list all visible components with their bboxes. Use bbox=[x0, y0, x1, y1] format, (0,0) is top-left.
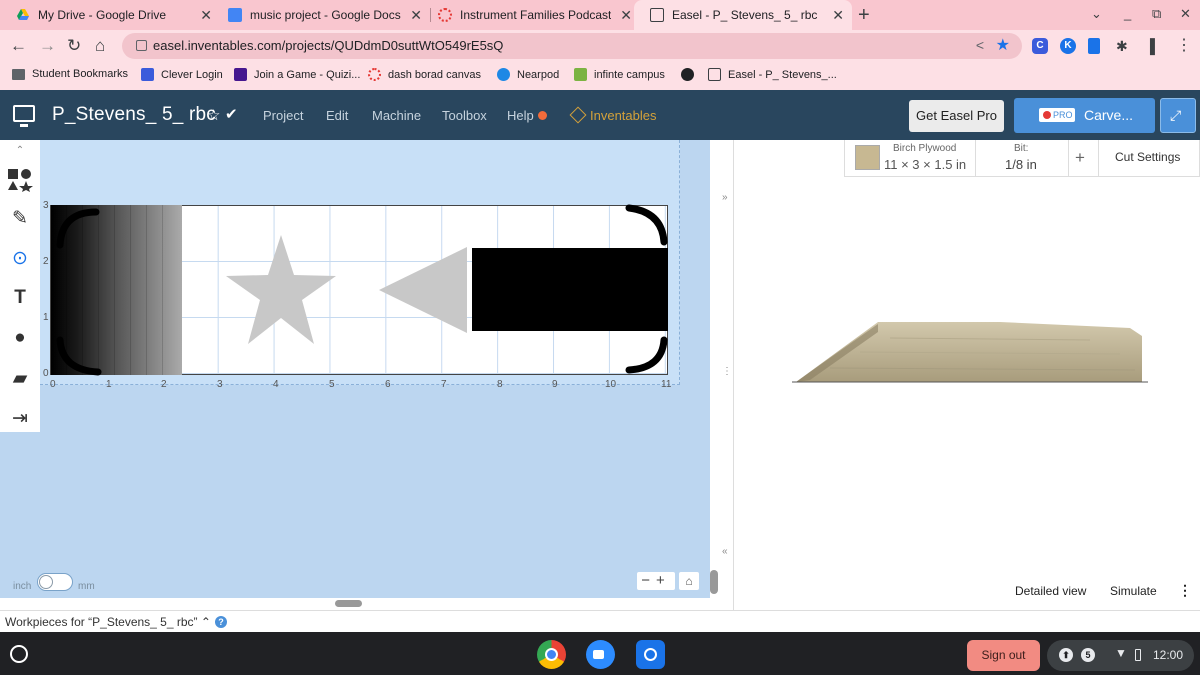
left-top-bracket[interactable] bbox=[56, 208, 100, 249]
x-tick: 5 bbox=[329, 379, 335, 390]
alert-dot-icon bbox=[1043, 111, 1051, 119]
battery-icon bbox=[1135, 649, 1141, 661]
x-tick: 6 bbox=[385, 379, 391, 390]
pro-badge: PRO bbox=[1039, 108, 1075, 122]
sign-out-button[interactable]: Sign out bbox=[967, 640, 1040, 671]
x-tick: 3 bbox=[217, 379, 223, 390]
x-tick: 11 bbox=[661, 379, 672, 390]
star-shape[interactable] bbox=[226, 235, 336, 344]
y-tick: 0 bbox=[43, 368, 49, 379]
minimize-icon[interactable]: _ bbox=[1124, 6, 1131, 21]
panel-divider[interactable]: » ⋮ « bbox=[718, 140, 734, 610]
bookmark-star-icon[interactable]: ★ bbox=[996, 35, 1010, 55]
carve-button[interactable]: PRO Carve... bbox=[1014, 98, 1155, 133]
extensions-puzzle-icon[interactable]: ✱ bbox=[1116, 36, 1128, 56]
zoom-controls[interactable]: −+ bbox=[637, 572, 675, 590]
carve-label: Carve... bbox=[1084, 107, 1134, 123]
vertical-scrollbar[interactable] bbox=[710, 570, 718, 594]
x-tick: 10 bbox=[605, 379, 617, 390]
x-tick: 8 bbox=[497, 379, 503, 390]
camera-lens bbox=[644, 648, 657, 661]
simulate-button[interactable]: Simulate bbox=[1110, 584, 1157, 598]
get-easel-pro-button[interactable]: Get Easel Pro bbox=[909, 100, 1004, 132]
material-name[interactable]: Birch Plywood bbox=[893, 143, 956, 154]
close-tab-icon[interactable]: ✕ bbox=[832, 7, 844, 23]
chrome-menu-icon[interactable]: ⋮ bbox=[1176, 36, 1192, 56]
notification-count: 5 bbox=[1081, 648, 1095, 662]
divider bbox=[975, 140, 976, 177]
right-top-bracket[interactable] bbox=[625, 204, 668, 246]
x-tick: 2 bbox=[161, 379, 167, 390]
bookmark-label: Easel - P_ Stevens_... bbox=[728, 68, 837, 81]
expand-left-icon[interactable]: « bbox=[722, 546, 728, 557]
unit-mm-label: mm bbox=[78, 581, 95, 592]
more-options-icon[interactable]: ⋮ bbox=[1178, 582, 1192, 599]
detailed-view-button[interactable]: Detailed view bbox=[1015, 584, 1086, 598]
wifi-icon: ▼ bbox=[1115, 646, 1127, 660]
bit-label: Bit: bbox=[1014, 143, 1029, 154]
share-icon[interactable]: < bbox=[976, 37, 984, 53]
workpieces-label: Workpieces for “P_Stevens_ 5_ rbc” ⌃ bbox=[5, 615, 211, 629]
chrome-center bbox=[545, 648, 558, 661]
help-question-icon[interactable]: ? bbox=[215, 616, 227, 628]
expand-right-icon[interactable]: » bbox=[722, 192, 728, 203]
material-size[interactable]: 11 × 3 × 1.5 in bbox=[884, 157, 966, 172]
extension-k-icon[interactable]: K bbox=[1060, 38, 1076, 54]
black-rectangle[interactable] bbox=[472, 248, 668, 331]
design-shapes bbox=[56, 204, 668, 376]
3d-board-render[interactable] bbox=[790, 318, 1150, 388]
restore-icon[interactable]: ⧉ bbox=[1152, 6, 1161, 22]
x-tick: 4 bbox=[273, 379, 279, 390]
y-tick: 2 bbox=[43, 256, 49, 267]
side-panel-icon[interactable]: ▐ bbox=[1145, 36, 1155, 56]
material-swatch[interactable] bbox=[855, 145, 880, 170]
extension-trash-icon[interactable] bbox=[1088, 38, 1100, 54]
add-bit-button[interactable]: + bbox=[1075, 148, 1085, 168]
x-tick: 7 bbox=[441, 379, 447, 390]
right-bottom-bracket[interactable] bbox=[625, 336, 668, 374]
expand-arrows-icon: ⤢ bbox=[1170, 107, 1182, 123]
divider bbox=[1098, 140, 1099, 177]
workpieces-bar[interactable]: Workpieces for “P_Stevens_ 5_ rbc” ⌃ ? bbox=[0, 610, 1200, 632]
chrome-app-icon[interactable] bbox=[537, 640, 566, 669]
tab-search-icon[interactable]: ⌄ bbox=[1091, 6, 1102, 22]
clock-time: 12:00 bbox=[1153, 648, 1184, 662]
y-tick: 1 bbox=[43, 312, 49, 323]
chevron-up-icon[interactable]: ⌃ bbox=[201, 615, 211, 629]
expand-view-button[interactable]: ⤢ bbox=[1160, 98, 1196, 133]
unit-toggle-switch[interactable] bbox=[37, 573, 73, 591]
y-tick: 3 bbox=[43, 200, 49, 211]
horizontal-scrollbar[interactable] bbox=[335, 600, 362, 607]
drag-handle-icon[interactable]: ⋮ bbox=[722, 366, 732, 377]
zoom-camera bbox=[593, 650, 604, 659]
x-tick: 0 bbox=[50, 379, 56, 390]
triangle-shape[interactable] bbox=[379, 247, 467, 333]
zoom-app-icon[interactable] bbox=[586, 640, 615, 669]
import-icon[interactable]: ⇥ bbox=[0, 398, 40, 438]
zoom-home-icon[interactable]: ⌂ bbox=[679, 572, 699, 590]
unit-inch-label: inch bbox=[13, 581, 32, 592]
workpieces-text: Workpieces for “P_Stevens_ 5_ rbc” bbox=[5, 615, 198, 629]
x-tick: 1 bbox=[106, 379, 112, 390]
close-window-icon[interactable]: ✕ bbox=[1180, 6, 1191, 22]
camera-app-icon[interactable] bbox=[636, 640, 665, 669]
pro-badge-text: PRO bbox=[1053, 110, 1073, 120]
upload-icon: ⬆ bbox=[1059, 648, 1073, 662]
cut-settings-button[interactable]: Cut Settings bbox=[1115, 150, 1180, 164]
toggle-knob bbox=[39, 575, 53, 589]
bookmark-easel[interactable]: Easel - P_ Stevens_... bbox=[708, 68, 837, 81]
left-bottom-bracket[interactable] bbox=[56, 336, 102, 376]
extension-c-icon[interactable]: C bbox=[1032, 38, 1048, 54]
x-tick: 9 bbox=[552, 379, 558, 390]
launcher-icon[interactable] bbox=[10, 645, 28, 663]
new-tab-button[interactable]: + bbox=[858, 4, 870, 27]
bit-value[interactable]: 1/8 in bbox=[1005, 157, 1037, 172]
system-tray[interactable]: ⬆ 5 ▼ 12:00 bbox=[1047, 640, 1194, 671]
divider bbox=[1068, 140, 1069, 177]
